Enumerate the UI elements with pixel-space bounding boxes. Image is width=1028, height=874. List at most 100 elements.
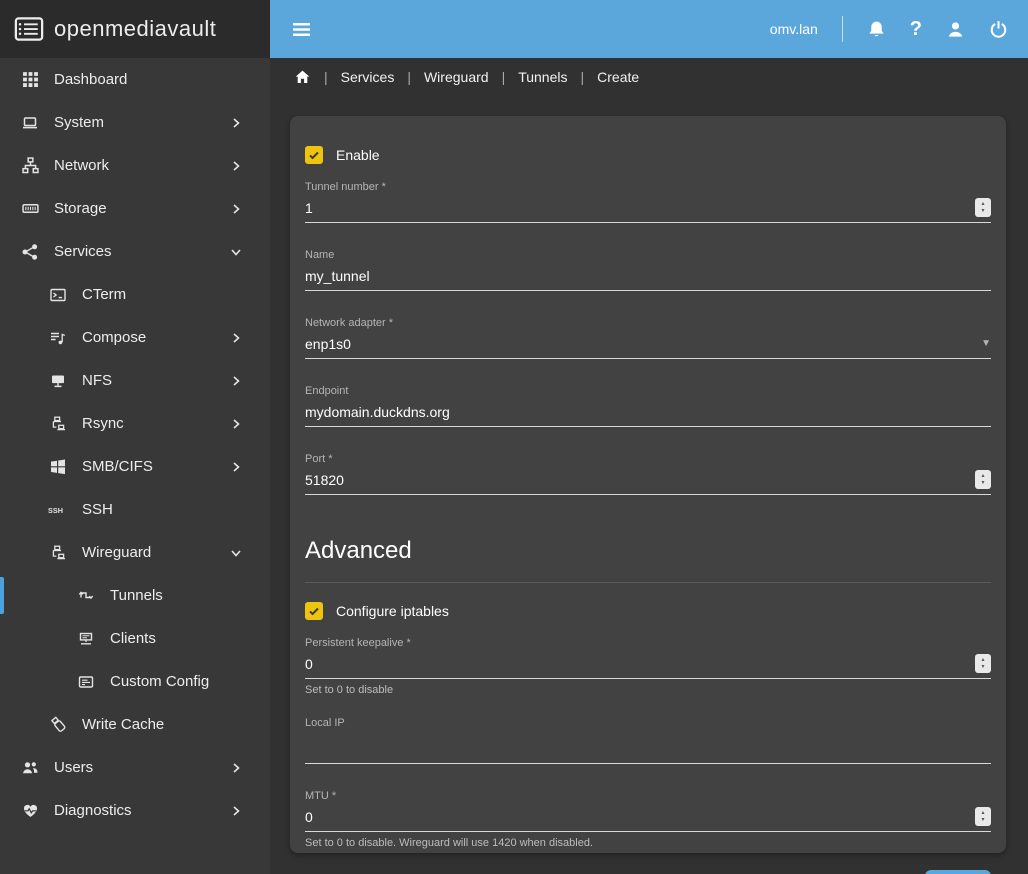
field-label: Network adapter * xyxy=(305,317,991,329)
help-icon[interactable]: ? xyxy=(910,19,922,39)
openmediavault-logo-icon xyxy=(14,16,44,42)
persistent-keepalive-field: Persistent keepalive * ▴▾ Set to 0 to di… xyxy=(305,637,991,696)
sidebar-item-services[interactable]: Services xyxy=(0,230,270,273)
sidebar-item-label: Dashboard xyxy=(54,71,127,88)
sidebar-item-custom-config[interactable]: Custom Config xyxy=(0,660,270,703)
enable-label: Enable xyxy=(336,147,380,163)
sidebar-item-smb-cifs[interactable]: SMB/CIFS xyxy=(0,445,270,488)
sidebar-item-storage[interactable]: Storage xyxy=(0,187,270,230)
iptables-checkbox-row: Configure iptables xyxy=(305,602,991,620)
breadcrumb-item-create[interactable]: Create xyxy=(597,69,639,85)
configure-iptables-label: Configure iptables xyxy=(336,603,449,619)
custom-config-icon xyxy=(76,674,96,690)
persistent-keepalive-input[interactable] xyxy=(305,656,975,672)
users-icon xyxy=(20,760,40,776)
sidebar-item-label: Rsync xyxy=(82,415,124,432)
form-actions: Cancel Save xyxy=(305,870,991,874)
breadcrumb-separator: | xyxy=(407,69,411,85)
sidebar-item-system[interactable]: System xyxy=(0,101,270,144)
sidebar-item-nfs[interactable]: NFS xyxy=(0,359,270,402)
svg-text:SSH: SSH xyxy=(48,506,63,515)
field-hint: Set to 0 to disable xyxy=(305,684,991,696)
network-icon xyxy=(20,157,40,174)
local-ip-input[interactable] xyxy=(305,738,991,754)
sidebar-item-label: Users xyxy=(54,759,93,776)
sidebar-item-rsync[interactable]: Rsync xyxy=(0,402,270,445)
sidebar-item-compose[interactable]: Compose xyxy=(0,316,270,359)
sidebar-item-ssh[interactable]: SSH SSH xyxy=(0,488,270,531)
menu-icon[interactable] xyxy=(292,21,311,38)
sidebar-item-dashboard[interactable]: Dashboard xyxy=(0,58,270,101)
number-spinner[interactable]: ▴▾ xyxy=(975,807,991,826)
advanced-section-heading: Advanced xyxy=(305,537,991,565)
sidebar-item-users[interactable]: Users xyxy=(0,746,270,789)
dropdown-caret-icon[interactable]: ▼ xyxy=(981,338,991,349)
chevron-right-icon xyxy=(230,160,242,172)
compose-icon xyxy=(48,330,68,346)
services-icon xyxy=(20,244,40,260)
breadcrumb: | Services | Wireguard | Tunnels | Creat… xyxy=(270,58,1028,96)
endpoint-input[interactable] xyxy=(305,404,991,420)
chevron-right-icon xyxy=(230,762,242,774)
diagnostics-icon xyxy=(20,803,40,819)
sidebar-item-wireguard[interactable]: Wireguard xyxy=(0,531,270,574)
save-button[interactable]: Save xyxy=(925,870,991,874)
main-area: omv.lan ? | Services | Wireguar xyxy=(270,0,1028,874)
port-field: Port * ▴▾ xyxy=(305,453,991,495)
sidebar-item-label: CTerm xyxy=(82,286,126,303)
breadcrumb-item-wireguard[interactable]: Wireguard xyxy=(424,69,489,85)
header-divider xyxy=(842,16,843,42)
write-cache-icon xyxy=(48,716,68,733)
breadcrumb-item-tunnels[interactable]: Tunnels xyxy=(518,69,567,85)
name-field: Name xyxy=(305,249,991,291)
smb-icon xyxy=(48,459,68,475)
mtu-input[interactable] xyxy=(305,809,975,825)
section-divider xyxy=(305,582,991,583)
sidebar: openmediavault Dashboard System xyxy=(0,0,270,874)
power-icon[interactable] xyxy=(989,20,1008,39)
dashboard-icon xyxy=(20,71,40,88)
chevron-right-icon xyxy=(230,375,242,387)
top-header-bar: omv.lan ? xyxy=(270,0,1028,58)
sidebar-item-network[interactable]: Network xyxy=(0,144,270,187)
tunnel-number-field: Tunnel number * ▴▾ xyxy=(305,181,991,223)
sidebar-item-write-cache[interactable]: Write Cache xyxy=(0,703,270,746)
enable-checkbox[interactable] xyxy=(305,146,323,164)
rsync-icon xyxy=(48,416,68,432)
sidebar-item-label: Storage xyxy=(54,200,107,217)
number-spinner[interactable]: ▴▾ xyxy=(975,654,991,673)
chevron-down-icon xyxy=(230,547,242,559)
name-input[interactable] xyxy=(305,268,991,284)
field-label: Port * xyxy=(305,453,991,465)
ssh-icon: SSH xyxy=(48,503,68,517)
user-icon[interactable] xyxy=(946,20,965,39)
field-label: Persistent keepalive * xyxy=(305,637,991,649)
create-tunnel-form-card: Enable Tunnel number * ▴▾ Name xyxy=(290,116,1006,853)
system-icon xyxy=(20,115,40,131)
sidebar-item-cterm[interactable]: CTerm xyxy=(0,273,270,316)
sidebar-item-label: Compose xyxy=(82,329,146,346)
sidebar-item-label: Write Cache xyxy=(82,716,164,733)
check-icon xyxy=(308,605,320,617)
configure-iptables-checkbox[interactable] xyxy=(305,602,323,620)
breadcrumb-separator: | xyxy=(324,69,328,85)
sidebar-item-label: SMB/CIFS xyxy=(82,458,153,475)
chevron-right-icon xyxy=(230,418,242,430)
number-spinner[interactable]: ▴▾ xyxy=(975,470,991,489)
sidebar-item-tunnels[interactable]: Tunnels xyxy=(0,574,270,617)
breadcrumb-item-services[interactable]: Services xyxy=(341,69,395,85)
breadcrumb-separator: | xyxy=(581,69,585,85)
clients-icon xyxy=(76,631,96,646)
sidebar-item-label: System xyxy=(54,114,104,131)
port-input[interactable] xyxy=(305,472,975,488)
number-spinner[interactable]: ▴▾ xyxy=(975,198,991,217)
bell-icon[interactable] xyxy=(867,20,886,39)
tunnel-number-input[interactable] xyxy=(305,200,975,216)
sidebar-item-label: Custom Config xyxy=(110,673,209,690)
sidebar-item-clients[interactable]: Clients xyxy=(0,617,270,660)
home-icon[interactable] xyxy=(294,69,311,85)
network-adapter-select[interactable] xyxy=(305,336,981,352)
sidebar-item-diagnostics[interactable]: Diagnostics xyxy=(0,789,270,832)
field-hint: Set to 0 to disable. Wireguard will use … xyxy=(305,837,991,849)
nfs-icon xyxy=(48,373,68,389)
